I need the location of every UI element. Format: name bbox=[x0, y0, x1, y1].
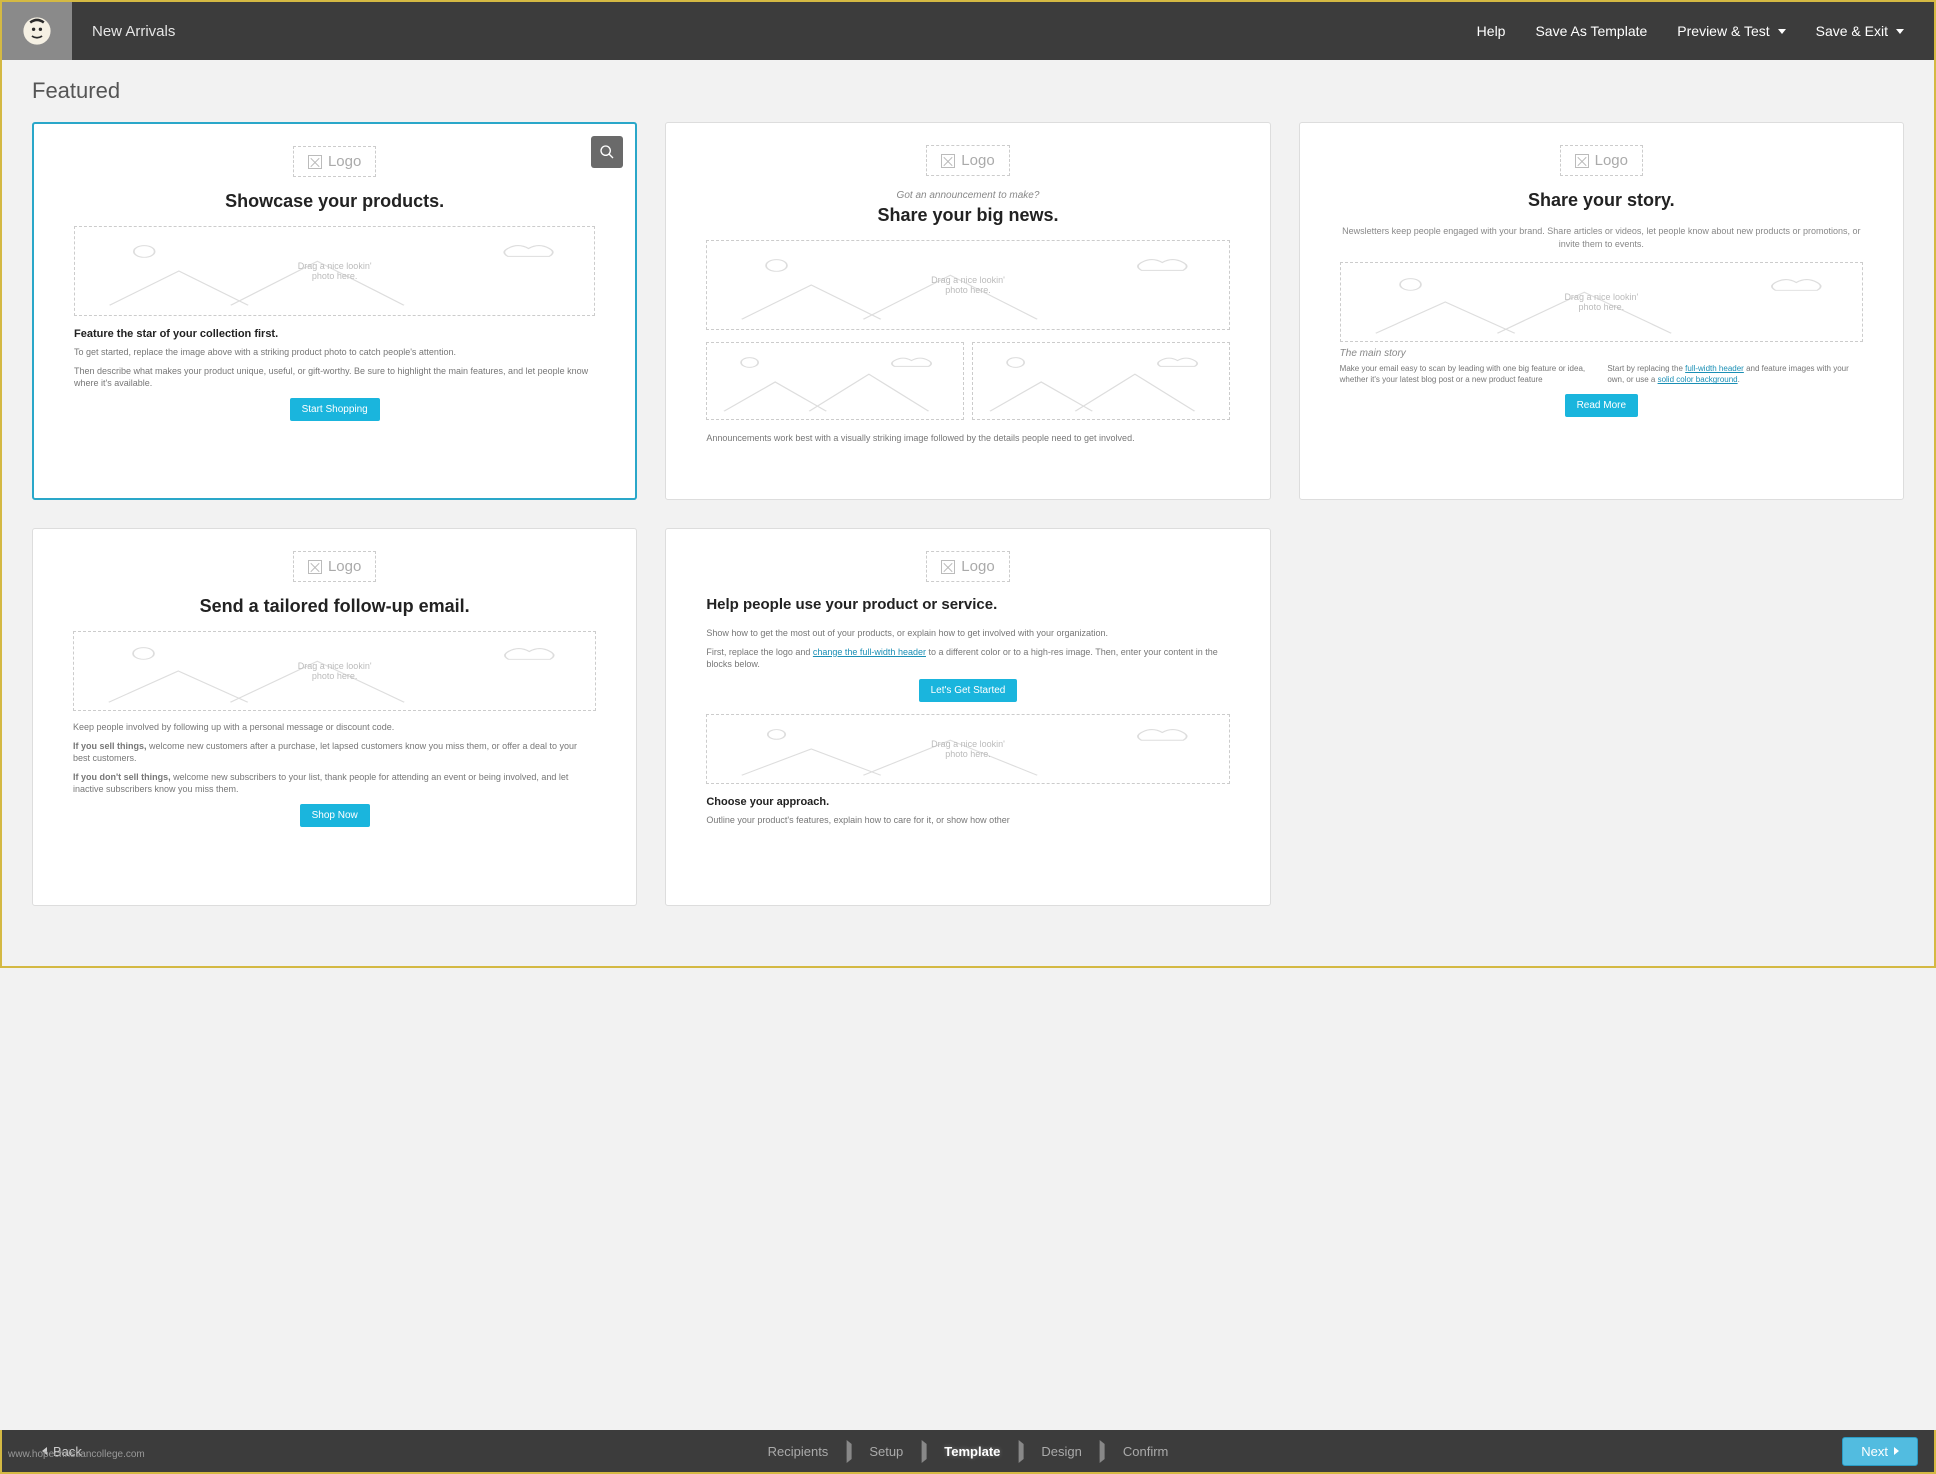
cta-button: Shop Now bbox=[300, 804, 370, 827]
logo-placeholder: Logo bbox=[926, 551, 1009, 582]
campaign-name[interactable]: New Arrivals bbox=[92, 23, 175, 40]
card-body-text: Show how to get the most out of your pro… bbox=[706, 627, 1229, 640]
story-title: The main story bbox=[1340, 348, 1863, 359]
step-design[interactable]: Design bbox=[1041, 1444, 1081, 1459]
card-body-text: Keep people involved by following up wit… bbox=[73, 721, 596, 734]
card-body-text: If you don't sell things, welcome new su… bbox=[73, 771, 596, 796]
template-card-showcase[interactable]: Logo Showcase your products. Drag a nice… bbox=[32, 122, 637, 500]
card-footer-text: Announcements work best with a visually … bbox=[706, 432, 1229, 445]
card-subtext: Newsletters keep people engaged with you… bbox=[1340, 225, 1863, 250]
step-confirm[interactable]: Confirm bbox=[1123, 1444, 1169, 1459]
card-pretext: Got an announcement to make? bbox=[706, 190, 1229, 201]
watermark: www.hopechristiancollege.com bbox=[8, 1449, 145, 1460]
image-placeholder: Drag a nice lookin' photo here. bbox=[706, 714, 1229, 784]
logo-placeholder: Logo bbox=[293, 551, 376, 582]
image-placeholder: Drag a nice lookin' photo here. bbox=[74, 226, 595, 316]
image-placeholder: Drag a nice lookin' photo here. bbox=[1340, 262, 1863, 342]
chevron-right-icon bbox=[921, 1444, 926, 1459]
chevron-right-icon bbox=[846, 1444, 851, 1459]
logo-placeholder: Logo bbox=[926, 145, 1009, 176]
card-headline: Share your big news. bbox=[706, 205, 1229, 226]
bottombar: Back Recipients Setup Template Design Co… bbox=[0, 1430, 1936, 1474]
chevron-right-icon bbox=[1100, 1444, 1105, 1459]
logo-placeholder: Logo bbox=[1560, 145, 1643, 176]
section-title: Featured bbox=[32, 78, 1904, 104]
template-card-bignews[interactable]: Logo Got an announcement to make? Share … bbox=[665, 122, 1270, 500]
cta-button: Read More bbox=[1565, 394, 1638, 417]
card-body-text: To get started, replace the image above … bbox=[74, 346, 595, 359]
image-placeholder bbox=[972, 342, 1230, 420]
help-link[interactable]: Help bbox=[1477, 23, 1506, 39]
card-headline: Showcase your products. bbox=[74, 191, 595, 212]
logo-placeholder: Logo bbox=[293, 146, 376, 177]
mailchimp-logo[interactable] bbox=[2, 2, 72, 60]
card-headline: Help people use your product or service. bbox=[706, 596, 1229, 613]
save-as-template-link[interactable]: Save As Template bbox=[1535, 23, 1647, 39]
main-content: Featured Logo Showcase your products. Dr… bbox=[2, 60, 1934, 966]
card-headline: Share your story. bbox=[1340, 190, 1863, 211]
template-grid: Logo Showcase your products. Drag a nice… bbox=[32, 122, 1904, 906]
card-body-title: Feature the star of your collection firs… bbox=[74, 328, 595, 340]
image-placeholder: Drag a nice lookin' photo here. bbox=[73, 631, 596, 711]
cta-button: Start Shopping bbox=[290, 398, 380, 421]
step-setup[interactable]: Setup bbox=[869, 1444, 903, 1459]
card-headline: Send a tailored follow-up email. bbox=[73, 596, 596, 617]
chevron-right-icon bbox=[1018, 1444, 1023, 1459]
image-placeholder bbox=[706, 342, 964, 420]
topbar: New Arrivals Help Save As Template Previ… bbox=[2, 2, 1934, 60]
step-breadcrumb: Recipients Setup Template Design Confirm bbox=[768, 1444, 1169, 1459]
card-body-text: First, replace the logo and change the f… bbox=[706, 646, 1229, 671]
step-recipients[interactable]: Recipients bbox=[768, 1444, 829, 1459]
card-body-text: Then describe what makes your product un… bbox=[74, 365, 595, 390]
story-col1: Make your email easy to scan by leading … bbox=[1340, 363, 1596, 385]
story-col2: Start by replacing the full-width header… bbox=[1607, 363, 1863, 385]
template-card-story[interactable]: Logo Share your story. Newsletters keep … bbox=[1299, 122, 1904, 500]
preview-test-dropdown[interactable]: Preview & Test bbox=[1677, 23, 1785, 39]
template-card-educate[interactable]: Logo Help people use your product or ser… bbox=[665, 528, 1270, 906]
cta-button: Let's Get Started bbox=[919, 679, 1018, 702]
template-card-followup[interactable]: Logo Send a tailored follow-up email. Dr… bbox=[32, 528, 637, 906]
card-body-title: Choose your approach. bbox=[706, 796, 1229, 808]
step-template[interactable]: Template bbox=[944, 1444, 1000, 1459]
next-button[interactable]: Next bbox=[1842, 1437, 1918, 1466]
card-body-text: If you sell things, welcome new customer… bbox=[73, 740, 596, 765]
image-placeholder: Drag a nice lookin' photo here. bbox=[706, 240, 1229, 330]
save-exit-dropdown[interactable]: Save & Exit bbox=[1816, 23, 1904, 39]
card-body-text: Outline your product's features, explain… bbox=[706, 814, 1229, 827]
zoom-icon[interactable] bbox=[591, 136, 623, 168]
